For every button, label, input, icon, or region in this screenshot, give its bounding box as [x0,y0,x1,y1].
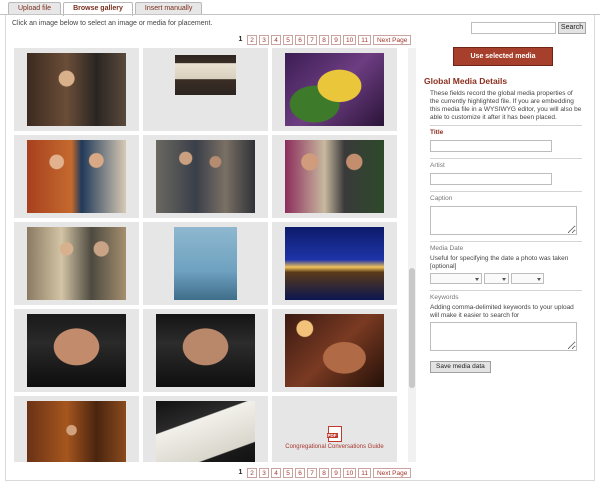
page-link[interactable]: 11 [358,34,371,45]
page-link[interactable]: 11 [358,467,371,478]
thumbnail-image [285,314,384,387]
gallery-item[interactable] [143,48,268,131]
gallery-item[interactable] [143,396,268,462]
media-date-selects [430,273,582,284]
year-select[interactable] [511,273,544,284]
gallery-item[interactable] [143,135,268,218]
save-media-data-button[interactable]: Save media data [430,361,491,373]
panel-title: Global Media Details [424,76,508,86]
gallery-instructions: Click an image below to select an image … [12,20,213,27]
pagination-top: 1 2 3 4 5 6 7 8 9 10 11 Next Page [236,34,412,45]
artist-field: Artist [430,158,582,185]
media-date-label: Media Date [430,245,464,252]
gallery-item[interactable] [272,309,397,392]
gallery-item[interactable] [14,396,139,462]
page-link[interactable]: 7 [307,34,317,45]
page-link[interactable]: 10 [343,467,357,478]
artist-label: Artist [430,162,445,169]
thumbnail-image [27,227,126,300]
next-page-link[interactable]: Next Page [372,467,412,478]
panel-description: These fields record the global media pro… [430,90,582,121]
caption-field: Caption [430,191,582,235]
gallery-item[interactable] [14,135,139,218]
use-selected-media-button[interactable]: Use selected media [453,47,553,66]
artist-input[interactable] [430,173,552,185]
thumbnail-image [156,314,255,387]
media-gallery-grid: Congregational Conversations Guide [14,48,402,462]
next-page-link[interactable]: Next Page [372,34,412,45]
gallery-item[interactable] [272,222,397,305]
pdf-icon [326,425,342,442]
thumbnail-image [285,53,384,126]
title-label: Title [430,129,444,136]
gallery-item[interactable] [14,309,139,392]
keywords-label: Keywords [430,294,459,301]
title-field: Title [430,125,582,152]
keywords-field: Keywords Adding comma-delimited keywords… [430,290,582,351]
day-select[interactable] [484,273,509,284]
thumbnail-image [27,53,126,126]
media-date-field: Media Date Useful for specifying the dat… [430,241,582,284]
page-current: 1 [238,36,243,43]
title-input[interactable] [430,140,552,152]
pdf-label: Congregational Conversations Guide [285,443,384,450]
pdf-item: Congregational Conversations Guide [285,425,384,450]
page-link[interactable]: 6 [295,34,305,45]
thumbnail-image [285,227,384,300]
scrollbar-thumb[interactable] [409,268,415,388]
keywords-textarea[interactable] [430,322,577,351]
keywords-help: Adding comma-delimited keywords to your … [430,304,574,319]
caption-label: Caption [430,195,453,202]
media-date-help: Useful for specifying the date a photo w… [430,255,569,270]
page-link[interactable]: 3 [259,467,269,478]
page-link[interactable]: 2 [247,467,257,478]
page-current: 1 [238,469,243,476]
thumbnail-image [27,140,126,213]
search-button[interactable]: Search [558,22,586,34]
thumbnail-image [27,314,126,387]
thumbnail-image [156,401,255,462]
page-link[interactable]: 10 [343,34,357,45]
thumbnail-image [156,140,255,213]
page-link[interactable]: 6 [295,467,305,478]
caption-textarea[interactable] [430,206,577,235]
page-link[interactable]: 9 [331,467,341,478]
gallery-item[interactable] [272,48,397,131]
gallery-item[interactable] [143,222,268,305]
page-link[interactable]: 2 [247,34,257,45]
gallery-item[interactable] [14,48,139,131]
page-link[interactable]: 4 [271,467,281,478]
page-link[interactable]: 7 [307,467,317,478]
gallery-scrollbar[interactable] [408,48,416,462]
thumbnail-image [285,140,384,213]
page-link[interactable]: 5 [283,467,293,478]
page-link[interactable]: 9 [331,34,341,45]
gallery-item[interactable] [272,135,397,218]
gallery-item[interactable]: Congregational Conversations Guide [272,396,397,462]
gallery-item[interactable] [14,222,139,305]
gallery-item[interactable] [143,309,268,392]
page-link[interactable]: 8 [319,34,329,45]
search-input[interactable] [471,22,556,34]
page-link[interactable]: 4 [271,34,281,45]
thumbnail-image [27,401,126,462]
pagination-bottom: 1 2 3 4 5 6 7 8 9 10 11 Next Page [236,467,412,478]
page-link[interactable]: 5 [283,34,293,45]
page-link[interactable]: 3 [259,34,269,45]
month-select[interactable] [430,273,482,284]
thumbnail-image [175,55,236,95]
thumbnail-image [174,227,237,300]
global-media-details-panel: Global Media Details These fields record… [424,76,582,373]
page-link[interactable]: 8 [319,467,329,478]
